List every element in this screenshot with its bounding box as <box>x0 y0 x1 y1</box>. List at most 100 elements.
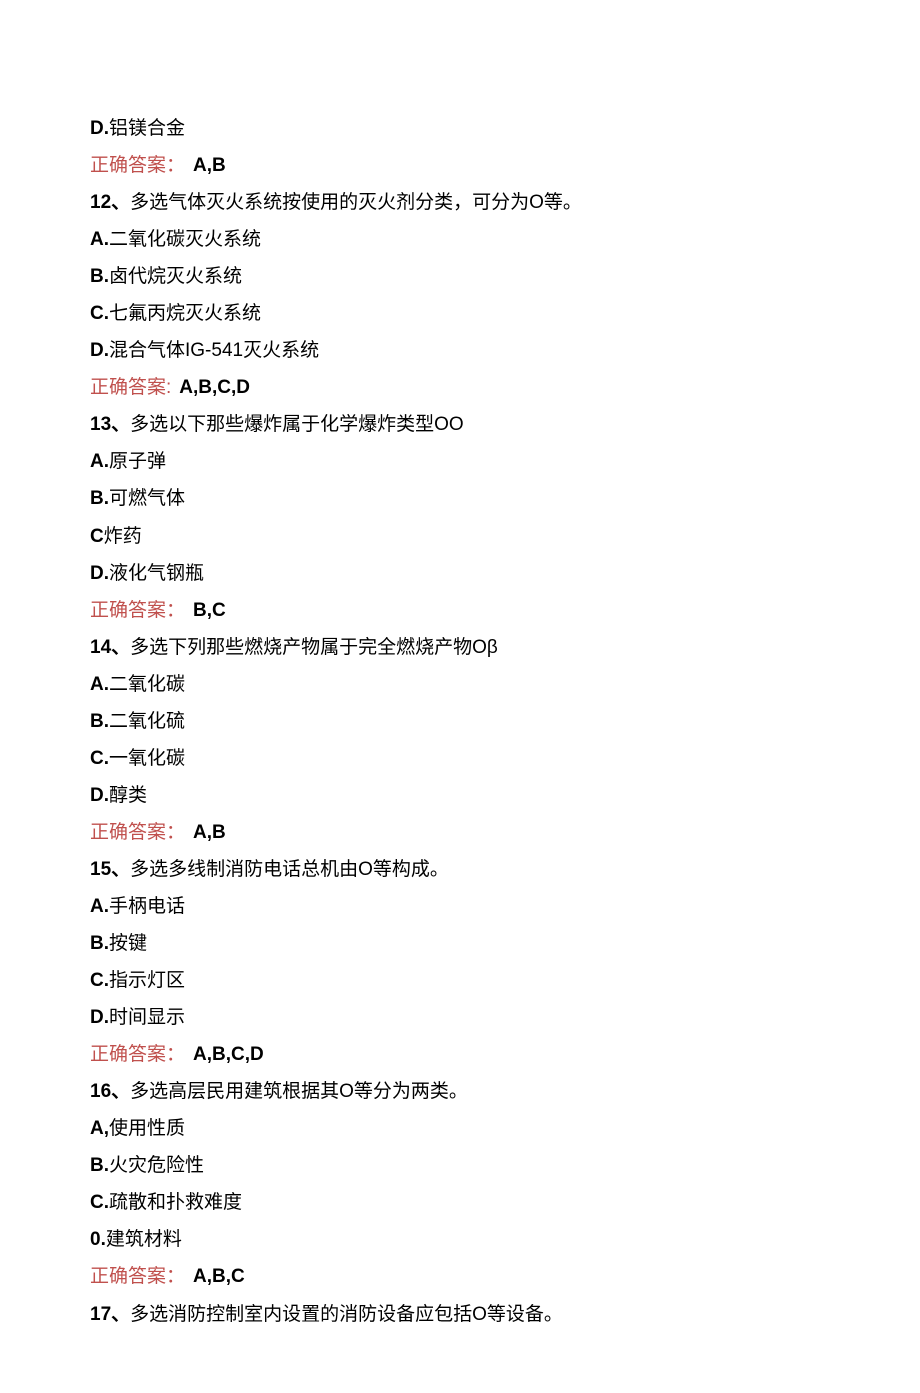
q14-option-d: D.醇类 <box>90 777 830 814</box>
option-text: 手柄电话 <box>109 896 185 917</box>
q14-answer: 正确答案： A,B <box>90 814 830 851</box>
q14-option-b: B.二氧化硫 <box>90 703 830 740</box>
question-text: 多选消防控制室内设置的消防设备应包括O等设备。 <box>130 1304 563 1325</box>
option-text: 疏散和扑救难度 <box>109 1192 242 1213</box>
q17-stem: 17、多选消防控制室内设置的消防设备应包括O等设备。 <box>90 1296 830 1333</box>
option-label: C. <box>90 303 109 324</box>
q11-option-d: D.铝镁合金 <box>90 110 830 147</box>
answer-value: A,B <box>193 822 226 843</box>
question-text: 多选下列那些燃烧产物属于完全燃烧产物Oβ <box>130 637 498 658</box>
q14-option-a: A.二氧化碳 <box>90 666 830 703</box>
option-text: 醇类 <box>109 785 147 806</box>
answer-value: A,B,C,D <box>193 1044 264 1065</box>
q12-answer: 正确答案: A,B,C,D <box>90 369 830 406</box>
question-text: 多选气体灭火系统按使用的灭火剂分类，可分为O等。 <box>130 192 582 213</box>
question-number: 16、 <box>90 1081 130 1102</box>
option-label: D. <box>90 118 109 139</box>
q13-option-d: D.液化气钢瓶 <box>90 555 830 592</box>
q16-option-a: A,使用性质 <box>90 1110 830 1147</box>
option-text: 一氧化碳 <box>109 748 185 769</box>
answer-value: B,C <box>193 600 226 621</box>
option-text: 七氟丙烷灭火系统 <box>109 303 261 324</box>
question-number: 13、 <box>90 414 130 435</box>
answer-label: 正确答案: <box>90 377 171 398</box>
q15-answer: 正确答案： A,B,C,D <box>90 1036 830 1073</box>
option-label: D. <box>90 785 109 806</box>
answer-label: 正确答案： <box>90 155 185 176</box>
question-text: 多选高层民用建筑根据其O等分为两类。 <box>130 1081 468 1102</box>
q16-option-d: 0.建筑材料 <box>90 1221 830 1258</box>
q12-stem: 12、多选气体灭火系统按使用的灭火剂分类，可分为O等。 <box>90 184 830 221</box>
q13-option-a: A.原子弹 <box>90 443 830 480</box>
q15-option-d: D.时间显示 <box>90 999 830 1036</box>
option-text: 可燃气体 <box>109 488 185 509</box>
q15-option-b: B.按键 <box>90 925 830 962</box>
option-label: B. <box>90 711 109 732</box>
option-text: 液化气钢瓶 <box>109 563 204 584</box>
option-label: B. <box>90 1155 109 1176</box>
option-label: C. <box>90 1192 109 1213</box>
option-label: D. <box>90 340 109 361</box>
question-number: 14、 <box>90 637 130 658</box>
option-label: C <box>90 526 104 547</box>
answer-value: A,B <box>193 155 226 176</box>
option-text: 时间显示 <box>109 1007 185 1028</box>
option-text: 二氧化碳灭火系统 <box>109 229 261 250</box>
option-text: 指示灯区 <box>109 970 185 991</box>
option-label: A. <box>90 674 109 695</box>
option-text: 二氧化碳 <box>109 674 185 695</box>
option-text: 铝镁合金 <box>109 118 185 139</box>
option-text: 卤代烷灭火系统 <box>109 266 242 287</box>
question-text: 多选多线制消防电话总机由O等构成。 <box>130 859 449 880</box>
option-label: A, <box>90 1118 109 1139</box>
option-label: C. <box>90 970 109 991</box>
q14-option-c: C.一氧化碳 <box>90 740 830 777</box>
question-number: 15、 <box>90 859 130 880</box>
option-label: D. <box>90 1007 109 1028</box>
option-text: 使用性质 <box>109 1118 185 1139</box>
option-text: 火灾危险性 <box>109 1155 204 1176</box>
answer-label: 正确答案： <box>90 600 185 621</box>
option-text: 混合气体IG-541灭火系统 <box>109 340 319 361</box>
q16-option-b: B.火灾危险性 <box>90 1147 830 1184</box>
q16-option-c: C.疏散和扑救难度 <box>90 1184 830 1221</box>
q15-option-c: C.指示灯区 <box>90 962 830 999</box>
option-label: 0. <box>90 1229 106 1250</box>
option-text: 炸药 <box>104 526 142 547</box>
option-label: B. <box>90 933 109 954</box>
answer-value: A,B,C,D <box>179 377 250 398</box>
q12-option-c: C.七氟丙烷灭火系统 <box>90 295 830 332</box>
answer-value: A,B,C <box>193 1266 245 1287</box>
q13-stem: 13、多选以下那些爆炸属于化学爆炸类型OO <box>90 406 830 443</box>
q16-answer: 正确答案： A,B,C <box>90 1258 830 1295</box>
document-page: D.铝镁合金 正确答案：A,B 12、多选气体灭火系统按使用的灭火剂分类，可分为… <box>0 0 920 1393</box>
option-label: A. <box>90 451 109 472</box>
option-text: 二氧化硫 <box>109 711 185 732</box>
option-text: 按键 <box>109 933 147 954</box>
q11-answer: 正确答案： A,B <box>90 147 830 184</box>
option-label: B. <box>90 266 109 287</box>
q15-option-a: A.手柄电话 <box>90 888 830 925</box>
answer-label: 正确答案： <box>90 1266 185 1287</box>
option-text: 原子弹 <box>109 451 166 472</box>
q12-option-a: A.二氧化碳灭火系统 <box>90 221 830 258</box>
question-number: 17、 <box>90 1304 130 1325</box>
option-label: D. <box>90 563 109 584</box>
answer-label: 正确答案： <box>90 822 185 843</box>
question-number: 12、 <box>90 192 130 213</box>
q12-option-b: B.卤代烷灭火系统 <box>90 258 830 295</box>
q14-stem: 14、多选下列那些燃烧产物属于完全燃烧产物Oβ <box>90 629 830 666</box>
q13-option-b: B.可燃气体 <box>90 480 830 517</box>
option-label: B. <box>90 488 109 509</box>
option-label: A. <box>90 896 109 917</box>
q15-stem: 15、多选多线制消防电话总机由O等构成。 <box>90 851 830 888</box>
option-text: 建筑材料 <box>106 1229 182 1250</box>
option-label: A. <box>90 229 109 250</box>
option-label: C. <box>90 748 109 769</box>
question-text: 多选以下那些爆炸属于化学爆炸类型OO <box>130 414 464 435</box>
q12-option-d: D.混合气体IG-541灭火系统 <box>90 332 830 369</box>
answer-label: 正确答案： <box>90 1044 185 1065</box>
q13-answer: 正确答案： B,C <box>90 592 830 629</box>
q16-stem: 16、多选高层民用建筑根据其O等分为两类。 <box>90 1073 830 1110</box>
q13-option-c: C炸药 <box>90 518 830 555</box>
